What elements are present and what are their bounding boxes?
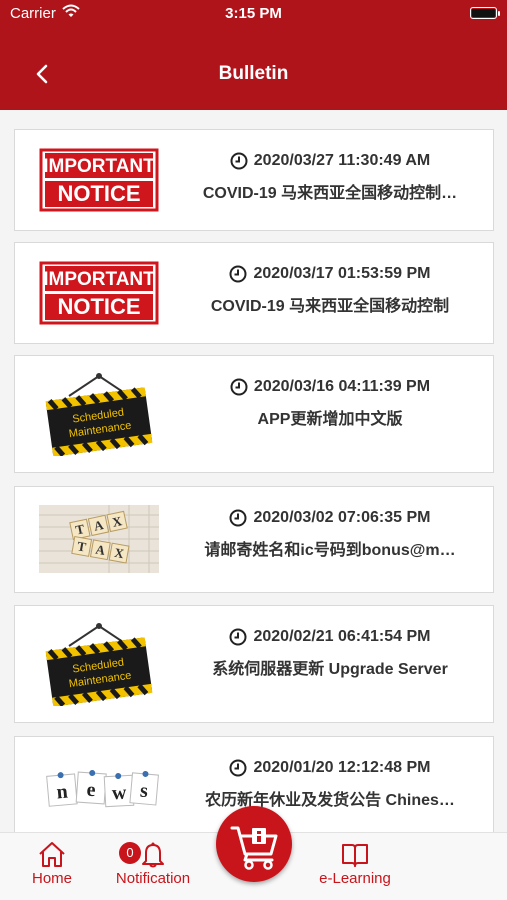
clock-icon: [229, 265, 247, 283]
tab-home-label: Home: [31, 870, 72, 887]
tab-elearning-label: e-Learning: [319, 870, 391, 887]
clock-icon: [230, 378, 248, 396]
bulletin-meta: 2020/03/16 04:11:39 PM APP更新增加中文版: [175, 378, 485, 429]
tab-elearning[interactable]: e-Learning: [314, 841, 396, 887]
bulletin-date-text: 2020/03/16 04:11:39 PM: [253, 378, 431, 395]
clock-icon: [230, 152, 248, 170]
bell-icon: [142, 842, 164, 868]
clock-icon: [229, 759, 247, 777]
bulletin-subject: 系统伺服器更新 Upgrade Server: [212, 661, 448, 678]
bulletin-list[interactable]: IMPORTANT NOTICE 2020/03/27 11:30:49 AM …: [0, 110, 507, 832]
bulletin-item[interactable]: IMPORTANT NOTICE 2020/03/27 11:30:49 AM …: [14, 129, 494, 231]
tax-image: T A X T A X: [39, 505, 159, 573]
bulletin-date: 2020/03/02 07:06:35 PM: [175, 509, 485, 527]
clock-icon: [229, 628, 247, 646]
bulletin-date-text: 2020/03/17 01:53:59 PM: [253, 265, 431, 282]
tab-notification-label: Notification: [115, 870, 191, 887]
svg-text:e: e: [86, 779, 97, 802]
tab-home[interactable]: Home: [26, 841, 78, 887]
bulletin-subject: 请邮寄姓名和ic号码到bonus@m…: [204, 542, 456, 559]
clock-time: 3:15 PM: [225, 5, 282, 22]
clock-icon: [229, 509, 247, 527]
bulletin-item[interactable]: Scheduled Maintenance 2020/03/16 04:11:3…: [14, 355, 494, 473]
bulletin-meta: 2020/02/21 06:41:54 PM 系统伺服器更新 Upgrade S…: [175, 628, 485, 679]
bulletin-date-text: 2020/03/27 11:30:49 AM: [253, 152, 431, 169]
svg-text:IMPORTANT: IMPORTANT: [43, 269, 155, 290]
bulletin-date: 2020/03/16 04:11:39 PM: [175, 378, 485, 396]
bulletin-meta: 2020/03/02 07:06:35 PM 请邮寄姓名和ic号码到bonus@…: [175, 509, 485, 560]
bulletin-item[interactable]: Scheduled Maintenance 2020/02/21 06:41:5…: [14, 605, 494, 723]
home-icon: [39, 842, 65, 867]
bulletin-subject: COVID-19 马来西亚全国移动控制: [210, 298, 450, 315]
bulletin-date-text: 2020/01/20 12:12:48 PM: [253, 759, 431, 776]
bulletin-meta: 2020/03/17 01:53:59 PM COVID-19 马来西亚全国移动…: [175, 265, 485, 316]
battery-icon: [470, 7, 500, 19]
status-bar: Carrier 3:15 PM: [0, 0, 507, 28]
bulletin-meta: 2020/03/27 11:30:49 AM COVID-19 马来西亚全国移动…: [175, 152, 485, 203]
bulletin-date: 2020/02/21 06:41:54 PM: [175, 628, 485, 646]
bulletin-date: 2020/03/27 11:30:49 AM: [175, 152, 485, 170]
important-notice-image: IMPORTANT NOTICE: [39, 148, 159, 212]
scheduled-maintenance-image: Scheduled Maintenance: [45, 373, 153, 456]
tab-notification[interactable]: Notification 0: [110, 841, 196, 887]
bulletin-date-text: 2020/03/02 07:06:35 PM: [253, 509, 431, 526]
bulletin-date-text: 2020/02/21 06:41:54 PM: [253, 628, 431, 645]
bulletin-date: 2020/03/17 01:53:59 PM: [175, 265, 485, 283]
svg-text:w: w: [111, 782, 127, 805]
bulletin-subject: APP更新增加中文版: [257, 411, 403, 428]
bulletin-subject: COVID-19 马来西亚全国移动控制…: [202, 185, 458, 202]
app-header: Carrier 3:15 PM Bulletin: [0, 0, 507, 110]
bulletin-date: 2020/01/20 12:12:48 PM: [175, 759, 485, 777]
scheduled-maintenance-image: Scheduled Maintenance: [45, 623, 153, 706]
shop-cart-button[interactable]: [216, 806, 292, 882]
svg-text:IMPORTANT: IMPORTANT: [43, 156, 155, 177]
shopping-cart-icon: [230, 826, 278, 870]
svg-text:NOTICE: NOTICE: [57, 294, 140, 319]
svg-text:NOTICE: NOTICE: [57, 181, 140, 206]
book-icon: [342, 844, 368, 867]
notification-count-badge: 0: [119, 842, 141, 864]
important-notice-image: IMPORTANT NOTICE: [39, 261, 159, 325]
bulletin-item[interactable]: IMPORTANT NOTICE 2020/03/17 01:53:59 PM …: [14, 242, 494, 344]
svg-text:n: n: [56, 781, 69, 804]
bulletin-item[interactable]: T A X T A X 2020/03/02 07:06:35 PM 请邮寄姓名…: [14, 486, 494, 593]
bulletin-meta: 2020/01/20 12:12:48 PM 农历新年休业及发货公告 Chine…: [175, 759, 485, 810]
news-image: n e w s: [46, 770, 159, 808]
page-title: Bulletin: [218, 63, 289, 84]
